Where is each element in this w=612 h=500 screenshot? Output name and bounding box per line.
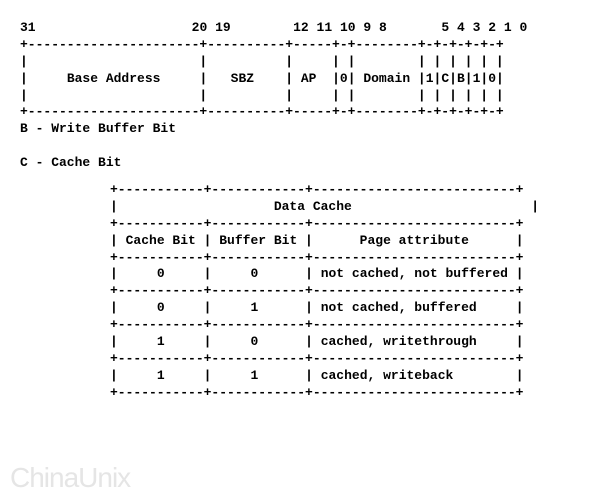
table-title: Data Cache [274,199,352,214]
bit-4: 4 [457,20,465,35]
field-c: C [441,71,449,86]
th-cache: Cache Bit [126,233,196,248]
row3-a: cached, writeback [321,368,454,383]
field-b1v: 1 [473,71,481,86]
bit-1: 1 [504,20,512,35]
bit-5: 5 [441,20,449,35]
bit-20: 20 [192,20,208,35]
row0-b: 0 [250,266,258,281]
row3-b: 1 [250,368,258,383]
bit-12: 12 [293,20,309,35]
field-sbz: SBZ [231,71,254,86]
row1-b: 1 [250,300,258,315]
th-buffer: Buffer Bit [219,233,297,248]
legend: B - Write Buffer Bit C - Cache Bit [20,121,592,172]
row2-a: cached, writethrough [321,334,477,349]
watermark: ChinaUnix [10,462,130,494]
bit-0: 0 [520,20,528,35]
bit-19: 19 [215,20,231,35]
field-zero9: 0 [340,71,348,86]
row0-a: not cached, not buffered [321,266,508,281]
bit-10: 10 [340,20,356,35]
bit-11: 11 [317,20,333,35]
bit-31: 31 [20,20,36,35]
row1-a: not cached, buffered [321,300,477,315]
bit-3: 3 [473,20,481,35]
field-b0v: 0 [488,71,496,86]
bit-diagram: 31 20 19 12 11 10 9 8 5 4 3 2 1 0 +-----… [20,20,592,121]
field-domain: Domain [363,71,410,86]
field-b4v: 1 [426,71,434,86]
row0-c: 0 [157,266,165,281]
row2-b: 0 [250,334,258,349]
th-attr: Page attribute [360,233,469,248]
bit-2: 2 [488,20,496,35]
legend-b: B - Write Buffer Bit [20,121,176,136]
row1-c: 0 [157,300,165,315]
row2-c: 1 [157,334,165,349]
row3-c: 1 [157,368,165,383]
field-b: B [457,71,465,86]
bit-9: 9 [363,20,371,35]
field-ap: AP [301,71,317,86]
legend-c: C - Cache Bit [20,155,121,170]
field-base: Base Address [67,71,161,86]
data-cache-table: +-----------+------------+--------------… [110,182,592,402]
bit-8: 8 [379,20,387,35]
